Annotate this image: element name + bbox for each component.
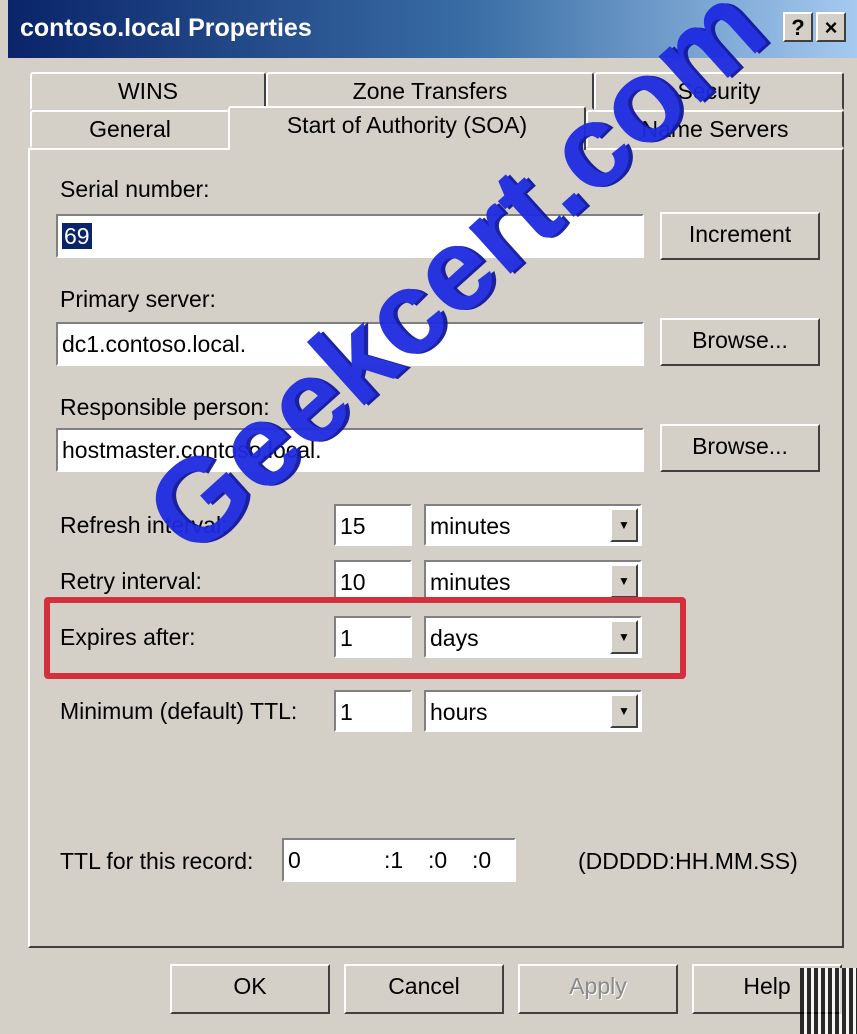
minimum-ttl-unit-value: hours — [430, 699, 488, 725]
apply-button[interactable]: Apply — [518, 964, 678, 1014]
ttl-seconds: :0 — [472, 847, 492, 873]
help-title-button[interactable]: ? — [783, 12, 813, 42]
ttl-hours: :1 — [384, 847, 404, 873]
serial-number-value: 69 — [62, 223, 92, 249]
ttl-format-hint: (DDDDD:HH.MM.SS) — [578, 848, 798, 874]
ttl-days: 0 — [288, 847, 301, 873]
minimum-ttl-field[interactable]: 1 — [334, 690, 412, 732]
minimum-ttl-label: Minimum (default) TTL: — [60, 698, 298, 724]
tab-start-of-authority[interactable]: Start of Authority (SOA) — [228, 106, 586, 150]
tab-security[interactable]: Security — [594, 72, 844, 110]
refresh-interval-unit-select[interactable]: minutes ▼ — [424, 504, 642, 546]
browse-primary-button[interactable]: Browse... — [660, 318, 820, 366]
cancel-button[interactable]: Cancel — [344, 964, 504, 1014]
refresh-interval-field[interactable]: 15 — [334, 504, 412, 546]
retry-interval-label: Retry interval: — [60, 568, 202, 594]
expires-after-highlight — [44, 597, 686, 679]
chevron-down-icon[interactable]: ▼ — [610, 508, 638, 542]
serial-number-label: Serial number: — [60, 176, 210, 202]
qr-code-icon — [800, 968, 857, 1034]
browse-responsible-button[interactable]: Browse... — [660, 424, 820, 472]
window-title: contoso.local Properties — [20, 14, 312, 42]
soa-panel — [28, 148, 844, 948]
tab-zone-transfers[interactable]: Zone Transfers — [266, 72, 594, 110]
minimum-ttl-unit-select[interactable]: hours ▼ — [424, 690, 642, 732]
ttl-record-label: TTL for this record: — [60, 848, 254, 874]
responsible-person-label: Responsible person: — [60, 394, 270, 420]
responsible-person-field[interactable]: hostmaster.contoso.local. — [56, 428, 644, 472]
serial-number-field[interactable]: 69 — [56, 214, 644, 258]
primary-server-label: Primary server: — [60, 286, 216, 312]
retry-interval-unit-select[interactable]: minutes ▼ — [424, 560, 642, 602]
tab-wins[interactable]: WINS — [30, 72, 266, 110]
chevron-down-icon[interactable]: ▼ — [610, 694, 638, 728]
title-bar: contoso.local Properties ? × — [8, 0, 857, 58]
ttl-minutes: :0 — [428, 847, 448, 873]
increment-button[interactable]: Increment — [660, 212, 820, 260]
ttl-record-field[interactable]: 0 :1 :0 :0 — [282, 838, 516, 882]
refresh-interval-label: Refresh interval: — [60, 512, 228, 538]
ok-button[interactable]: OK — [170, 964, 330, 1014]
primary-server-field[interactable]: dc1.contoso.local. — [56, 322, 644, 366]
retry-interval-field[interactable]: 10 — [334, 560, 412, 602]
close-title-button[interactable]: × — [816, 12, 846, 42]
refresh-interval-unit-value: minutes — [430, 513, 511, 539]
tab-name-servers[interactable]: Name Servers — [586, 110, 844, 148]
tab-general[interactable]: General — [30, 110, 230, 148]
chevron-down-icon[interactable]: ▼ — [610, 564, 638, 598]
retry-interval-unit-value: minutes — [430, 569, 511, 595]
